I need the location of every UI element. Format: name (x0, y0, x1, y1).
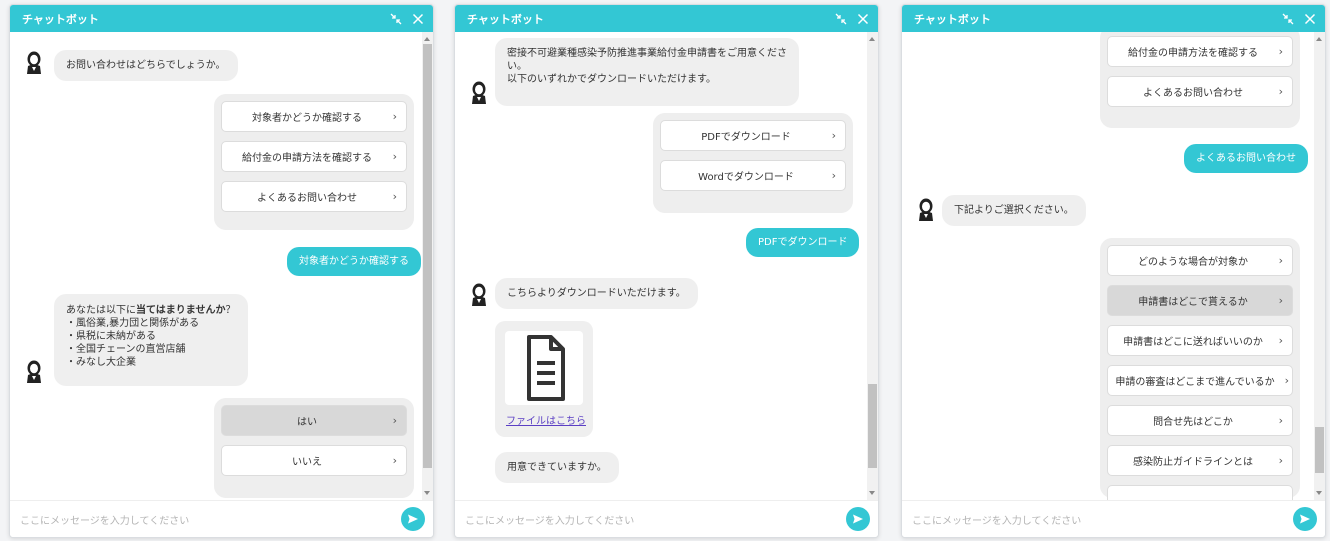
faq-option-button[interactable]: 申請書はどこで貰えるか › (1107, 285, 1293, 316)
scrollbar[interactable] (1314, 32, 1325, 500)
message-input-bar: ここにメッセージを入力してください (902, 500, 1325, 537)
faq-option-button[interactable]: どのような場合が対象か › (1107, 245, 1293, 276)
chevron-right-icon: › (1278, 414, 1283, 427)
message-input[interactable]: ここにメッセージを入力してください (912, 512, 1293, 527)
scroll-up-icon[interactable] (1316, 37, 1322, 41)
close-icon[interactable] (411, 12, 425, 26)
avatar-icon (472, 283, 486, 306)
user-message: PDFでダウンロード (746, 228, 860, 257)
file-thumbnail[interactable] (505, 331, 583, 405)
chat-window-3: チャットボット 給付金の申請方法を確認する › よくあるお問い合わせ › よくあるお… (901, 4, 1326, 538)
chat-title: チャットボット (467, 12, 544, 26)
chat-body[interactable]: お問い合わせはどちらでしょうか。 対象者かどうか確認する › 給付金の申請方法を確… (10, 32, 433, 500)
document-icon (527, 335, 565, 401)
faq-option-button[interactable]: 問合せ先はどこか › (1107, 405, 1293, 436)
user-message: よくあるお問い合わせ (1184, 144, 1308, 173)
option-group: 対象者かどうか確認する › 給付金の申請方法を確認する › よくあるお問い合わせ › (214, 94, 414, 230)
scroll-down-icon[interactable] (869, 491, 875, 495)
option-group: はい › いいえ › (214, 398, 414, 498)
user-message: 対象者かどうか確認する (287, 247, 421, 276)
faq-option-button[interactable]: 感染防止ガイドラインとは › (1107, 445, 1293, 476)
chat-body[interactable]: 給付金の申請方法を確認する › よくあるお問い合わせ › よくあるお問い合わせ 下記… (902, 32, 1325, 500)
avatar-icon (472, 81, 486, 104)
faq-option-button-partial[interactable] (1107, 485, 1293, 500)
shrink-icon[interactable] (389, 12, 403, 26)
chevron-right-icon: › (392, 150, 397, 163)
bot-message: お問い合わせはどちらでしょうか。 (54, 50, 238, 81)
message-input[interactable]: ここにメッセージを入力してください (465, 512, 846, 527)
scrollbar-thumb[interactable] (423, 44, 432, 468)
option-button[interactable]: 給付金の申請方法を確認する › (1107, 36, 1293, 67)
chevron-right-icon: › (1278, 454, 1283, 467)
close-icon[interactable] (856, 12, 870, 26)
faq-option-button[interactable]: 申請の審査はどこまで進んでいるか › (1107, 365, 1293, 396)
option-group: どのような場合が対象か › 申請書はどこで貰えるか › 申請書はどこに送ればいいのか… (1100, 238, 1300, 500)
bot-message: 用意できていますか。 (495, 452, 619, 483)
option-button-word[interactable]: Wordでダウンロード › (660, 160, 846, 191)
bot-message: あなたは以下に当てはまりませんか？ ・風俗業,暴力団と関係がある ・県税に未納が… (54, 294, 248, 386)
chevron-right-icon: › (1284, 374, 1289, 387)
chat-title: チャットボット (914, 12, 991, 26)
option-button[interactable]: よくあるお問い合わせ › (221, 181, 407, 212)
bot-message: こちらよりダウンロードいただけます。 (495, 278, 698, 309)
faq-option-button[interactable]: 申請書はどこに送ればいいのか › (1107, 325, 1293, 356)
message-input-bar: ここにメッセージを入力してください (10, 500, 433, 537)
scrollbar-thumb[interactable] (1315, 427, 1324, 473)
file-link[interactable]: ファイルはこちら (506, 412, 586, 427)
option-button[interactable]: 給付金の申請方法を確認する › (221, 141, 407, 172)
chevron-right-icon: › (1278, 254, 1283, 267)
file-card: ファイルはこちら (495, 321, 593, 437)
chevron-right-icon: › (1278, 45, 1283, 58)
message-input-bar: ここにメッセージを入力してください (455, 500, 878, 537)
scrollbar[interactable] (867, 32, 878, 500)
chat-window-2: チャットボット 密接不可避業種感染予防推進事業給付金申請書をご用意くださ い。 … (454, 4, 879, 538)
message-input[interactable]: ここにメッセージを入力してください (20, 512, 401, 527)
chevron-right-icon: › (392, 414, 397, 427)
scroll-down-icon[interactable] (424, 491, 430, 495)
scroll-down-icon[interactable] (1316, 491, 1322, 495)
avatar-icon (27, 51, 41, 74)
bot-message: 下記よりご選択ください。 (942, 195, 1086, 226)
chat-header: チャットボット (902, 5, 1325, 32)
scrollbar[interactable] (422, 32, 433, 500)
chevron-right-icon: › (1278, 85, 1283, 98)
chat-window-1: チャットボット お問い合わせはどちらでしょうか。 対象者かどうか確認する › 給付… (9, 4, 434, 538)
option-button[interactable]: よくあるお問い合わせ › (1107, 76, 1293, 107)
option-button[interactable]: 対象者かどうか確認する › (221, 101, 407, 132)
chat-header: チャットボット (455, 5, 878, 32)
chevron-right-icon: › (831, 129, 836, 142)
chevron-right-icon: › (831, 169, 836, 182)
send-icon[interactable] (401, 507, 425, 531)
scroll-up-icon[interactable] (869, 37, 875, 41)
option-group: 給付金の申請方法を確認する › よくあるお問い合わせ › (1100, 32, 1300, 128)
scrollbar-thumb[interactable] (868, 384, 877, 468)
chat-body[interactable]: 密接不可避業種感染予防推進事業給付金申請書をご用意くださ い。 以下のいずれかで… (455, 32, 878, 500)
scroll-up-icon[interactable] (424, 37, 430, 41)
chat-header: チャットボット (10, 5, 433, 32)
option-button-pdf[interactable]: PDFでダウンロード › (660, 120, 846, 151)
bot-message: 密接不可避業種感染予防推進事業給付金申請書をご用意くださ い。 以下のいずれかで… (495, 38, 799, 106)
chat-title: チャットボット (22, 12, 99, 26)
shrink-icon[interactable] (1281, 12, 1295, 26)
option-button-yes[interactable]: はい › (221, 405, 407, 436)
chevron-right-icon: › (1278, 334, 1283, 347)
send-icon[interactable] (1293, 507, 1317, 531)
close-icon[interactable] (1303, 12, 1317, 26)
option-button-no[interactable]: いいえ › (221, 445, 407, 476)
chevron-right-icon: › (1278, 294, 1283, 307)
option-group: PDFでダウンロード › Wordでダウンロード › (653, 113, 853, 213)
send-icon[interactable] (846, 507, 870, 531)
shrink-icon[interactable] (834, 12, 848, 26)
chevron-right-icon: › (392, 190, 397, 203)
chevron-right-icon: › (392, 454, 397, 467)
avatar-icon (919, 198, 933, 221)
avatar-icon (27, 360, 41, 383)
chevron-right-icon: › (392, 110, 397, 123)
